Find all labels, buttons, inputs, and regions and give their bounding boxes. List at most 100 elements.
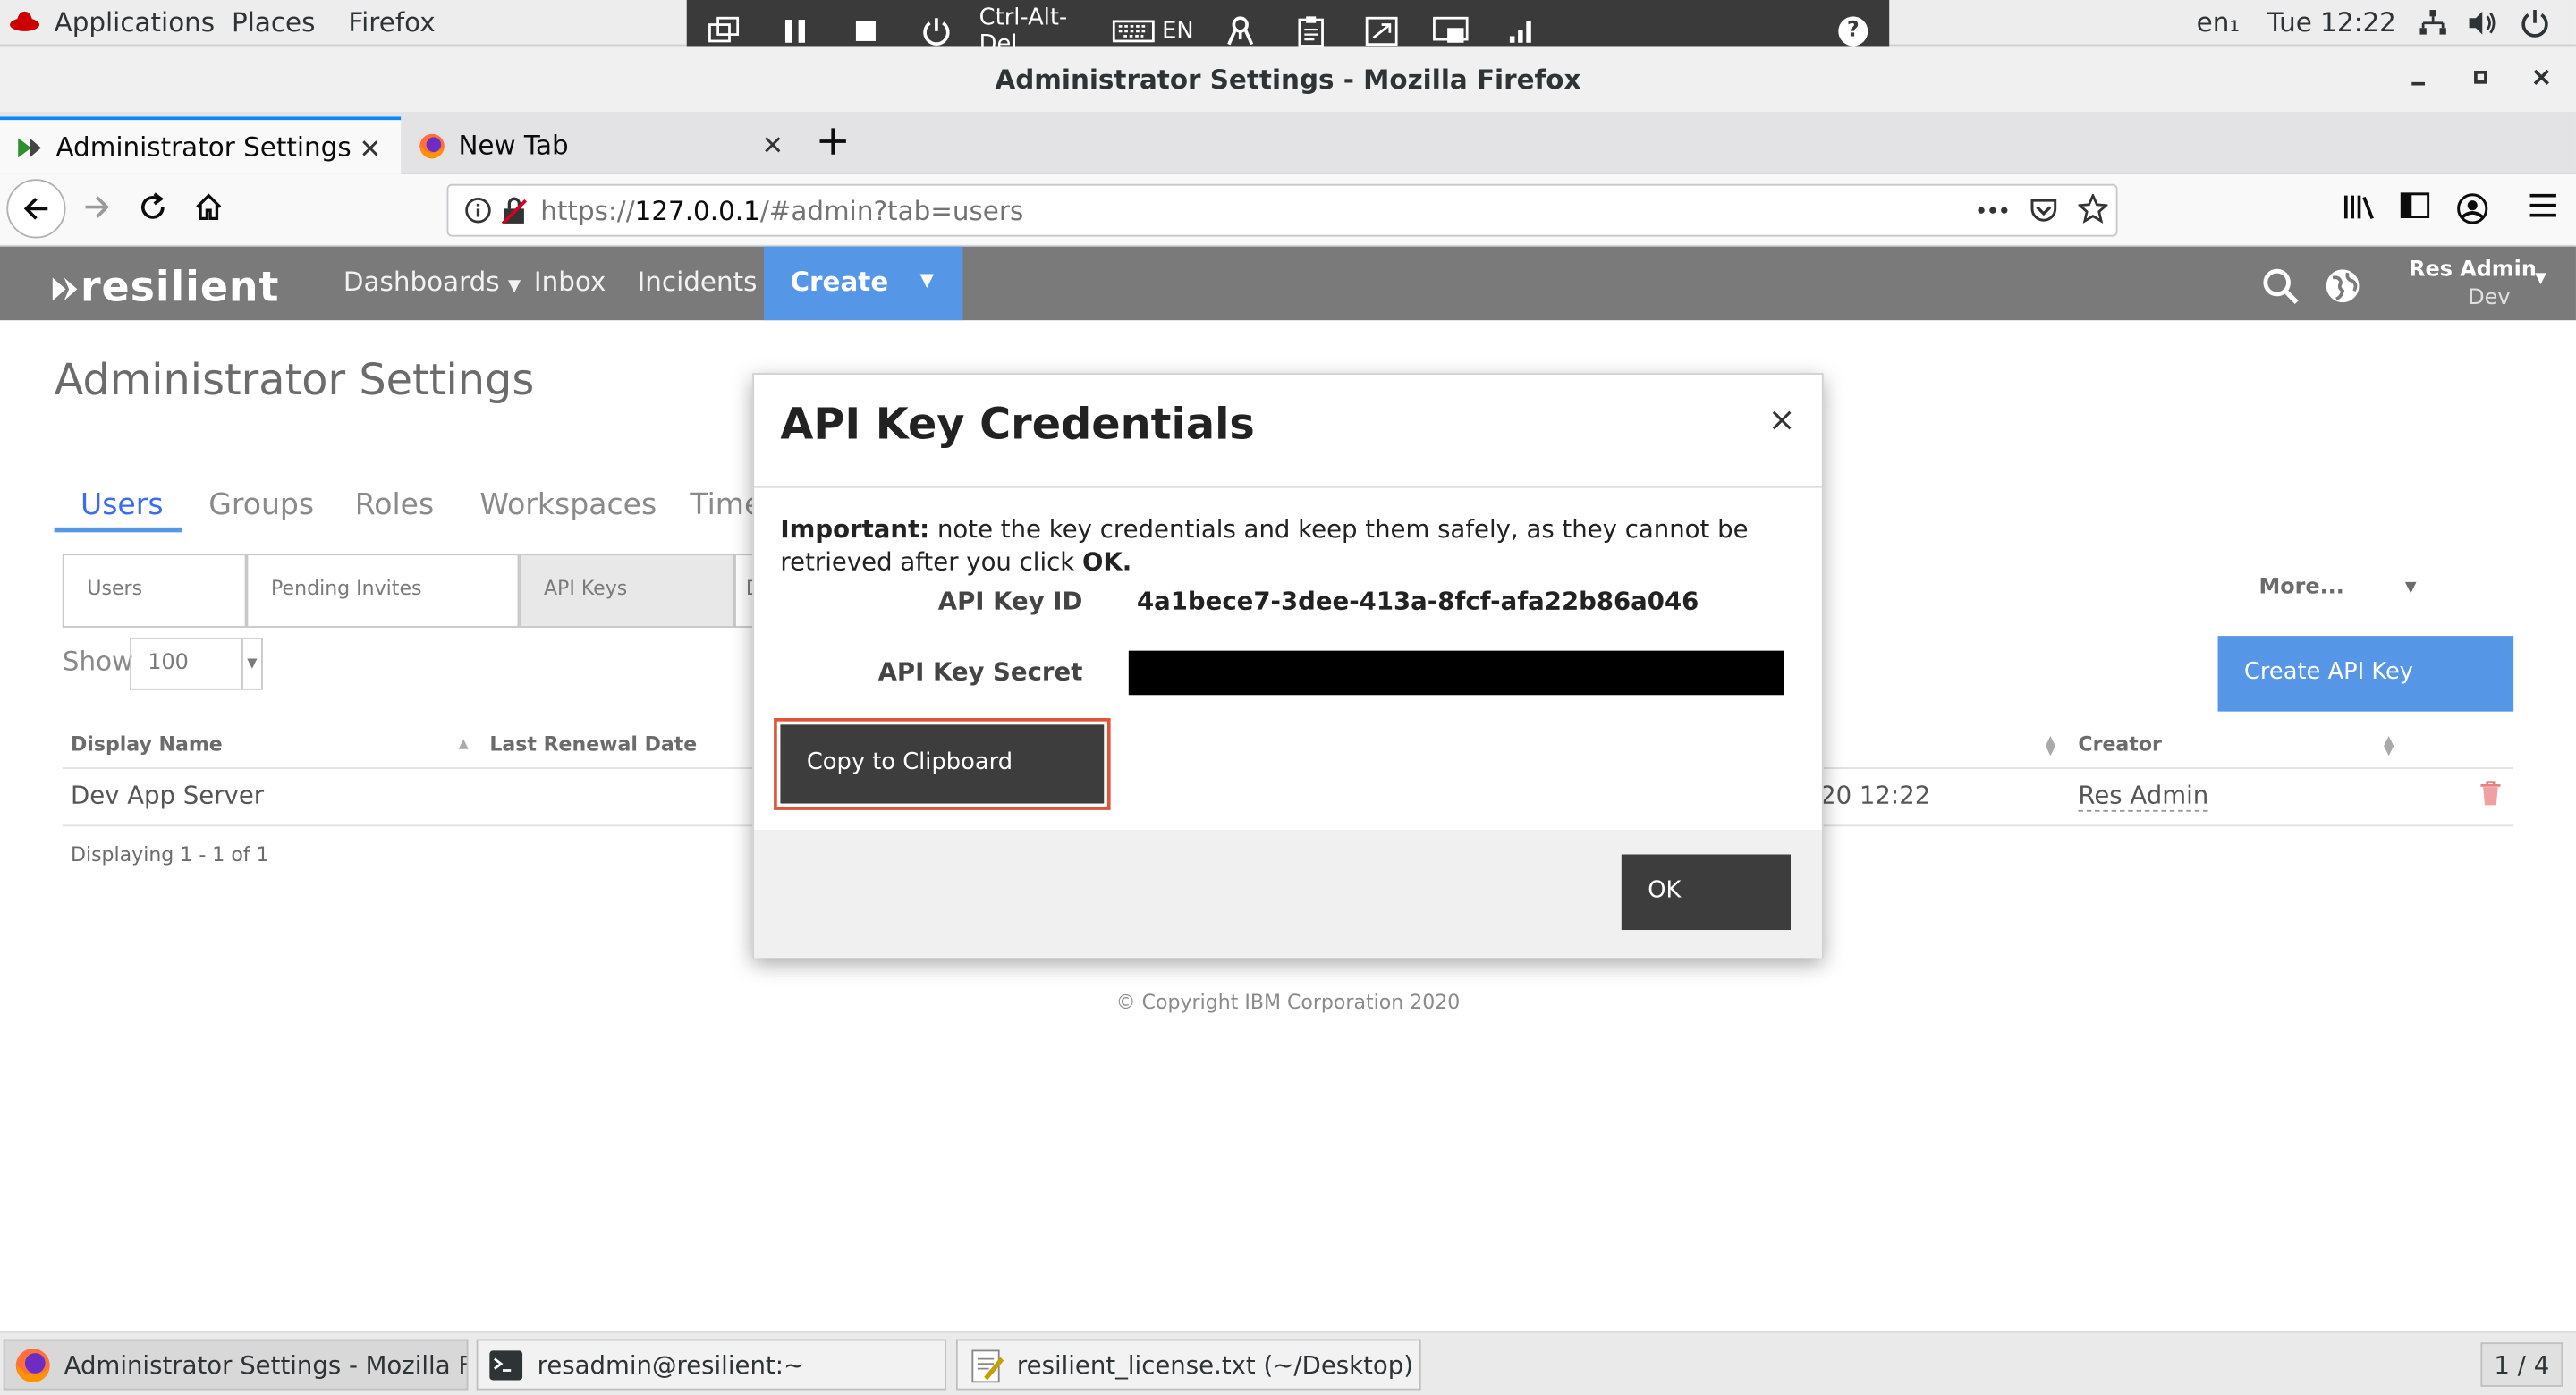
page-actions-icon[interactable] [1977,198,2010,231]
api-key-secret-label: API Key Secret [877,657,1083,688]
maximize-icon[interactable] [2470,63,2490,94]
tab-groups[interactable]: Groups [208,488,314,523]
tab-users[interactable]: Users [80,488,164,523]
workspace-pager[interactable]: 1 / 4 [2480,1342,2563,1387]
copy-to-clipboard-button[interactable]: Copy to Clipboard [780,724,1105,804]
volume-icon[interactable] [2468,10,2497,36]
window-list-taskbar: Administrator Settings - Mozilla Fire...… [0,1331,2576,1395]
back-arrow-icon [23,198,48,220]
redhat-icon[interactable] [10,10,40,33]
column-last-renewal[interactable]: Last Renewal Date [489,733,697,757]
more-label: More... [2258,575,2344,600]
power-icon[interactable] [2520,8,2549,38]
account-icon[interactable] [2454,192,2490,228]
dialog-footer: OK [754,829,1822,959]
sort-icon[interactable]: ▲ ▼ [2384,733,2394,757]
taskbar-terminal[interactable]: resadmin@resilient:~ [476,1339,946,1391]
segment-users[interactable]: Users [62,554,247,628]
pocket-icon[interactable] [2029,196,2058,232]
user-org: Dev [2468,285,2511,311]
taskbar-label: Administrator Settings - Mozilla Fire... [64,1349,467,1380]
close-tab-icon[interactable]: ✕ [359,133,381,165]
bookmark-star-icon[interactable] [2076,192,2109,230]
app-navigation: resilient Dashboards ▼ Inbox Incidents C… [0,246,2576,321]
message-important: Important: [780,514,930,545]
nav-dashboards[interactable]: Dashboards ▼ [343,266,521,298]
nav-inbox[interactable]: Inbox [534,266,606,298]
user-name: Res Admin [2409,258,2537,283]
hamburger-menu-icon[interactable] [2525,192,2561,228]
info-icon[interactable] [465,197,491,231]
ok-button[interactable]: OK [1621,854,1792,931]
more-dropdown[interactable]: More... [2258,575,2343,600]
message-ok: OK. [1081,546,1132,577]
taskbar-text-editor[interactable]: resilient_license.txt (~/Desktop) - g... [955,1339,1421,1391]
caret-down-icon[interactable]: ▼ [2405,580,2417,596]
minimize-icon[interactable] [2409,63,2428,94]
resilient-favicon-icon [18,137,41,157]
home-icon[interactable] [191,192,226,228]
caret-down-icon: ▼ [2535,271,2546,288]
input-method-indicator[interactable]: en₁ [2197,6,2241,38]
row-date: 20 12:22 [1820,780,1931,810]
firefox-menu[interactable]: Firefox [348,6,435,38]
tab-label: New Tab [458,130,569,162]
tab-workspaces[interactable]: Workspaces [479,488,657,523]
user-menu[interactable]: Res Admin Dev ▼ [2409,258,2546,311]
reload-icon[interactable] [135,192,171,228]
back-button[interactable] [6,179,66,239]
firefox-icon [15,1348,50,1382]
close-tab-icon[interactable]: ✕ [761,130,784,161]
dialog-message: Important: note the key credentials and … [780,512,1782,579]
tab-administrator-settings[interactable]: Administrator Settings ✕ [0,116,402,174]
applications-menu[interactable]: Applications [55,6,216,38]
page-size-value: 100 [148,650,189,676]
create-button[interactable]: Create ▼ [764,246,963,321]
api-key-secret-redacted [1128,650,1784,696]
copyright: © Copyright IBM Corporation 2020 [1115,991,1461,1014]
places-menu[interactable]: Places [232,6,315,38]
close-icon[interactable] [2531,63,2551,94]
page-title: Administrator Settings [54,356,535,406]
keyboard-language-label: EN [1162,18,1194,45]
nav-incidents[interactable]: Incidents [638,266,758,298]
sort-icon[interactable]: ▲ ▼ [2046,733,2055,757]
api-key-id-label: API Key ID [937,586,1083,617]
column-creator[interactable]: Creator [2078,733,2161,757]
api-key-id-value: 4a1bece7-3dee-413a-8fcf-afa22b86a046 [1136,586,1699,617]
create-api-key-button[interactable]: Create API Key [2217,636,2514,712]
taskbar-firefox[interactable]: Administrator Settings - Mozilla Fire... [3,1339,469,1391]
clock[interactable]: Tue 12:22 [2267,6,2396,38]
row-creator[interactable]: Res Admin [2078,781,2209,812]
search-icon[interactable] [2260,266,2300,312]
network-icon[interactable] [2419,10,2448,36]
resilient-logo[interactable]: resilient [51,263,279,310]
caret-down-icon[interactable]: ▼ [920,269,935,291]
tab-label: Administrator Settings [55,131,352,163]
row-display-name[interactable]: Dev App Server [71,781,264,810]
insecure-lock-icon[interactable] [501,196,528,232]
url-text: https://127.0.0.1/#admin?tab=users [540,196,1023,227]
caret-down-icon: ▼ [241,638,261,689]
close-icon[interactable]: × [1768,400,1796,439]
sidebar-icon[interactable] [2397,192,2433,228]
page-size-select[interactable]: 100 ▼ [130,637,263,690]
globe-icon[interactable] [2325,268,2360,311]
tab-time[interactable]: Time [690,488,762,523]
column-display-name[interactable]: Display Name [71,733,223,757]
window-title: Administrator Settings - Mozilla Firefox [995,63,1581,96]
url-bar[interactable]: https://127.0.0.1/#admin?tab=users [446,183,2118,237]
segment-pending-invites[interactable]: Pending Invites [246,554,520,628]
trash-icon[interactable] [2479,781,2503,814]
tab-roles[interactable]: Roles [355,488,434,523]
resilient-logo-icon [52,277,78,301]
logo-text: resilient [80,263,280,311]
nav-dashboards-label: Dashboards [343,266,500,298]
sort-asc-icon[interactable]: ▲ [458,736,468,751]
tab-new-tab[interactable]: New Tab ✕ [402,116,803,173]
new-tab-icon[interactable] [817,125,850,165]
segment-api-keys[interactable]: API Keys [519,554,735,628]
forward-arrow-icon[interactable] [79,192,114,228]
displaying-count: Displaying 1 - 1 of 1 [70,842,269,867]
library-icon[interactable] [2341,192,2377,228]
